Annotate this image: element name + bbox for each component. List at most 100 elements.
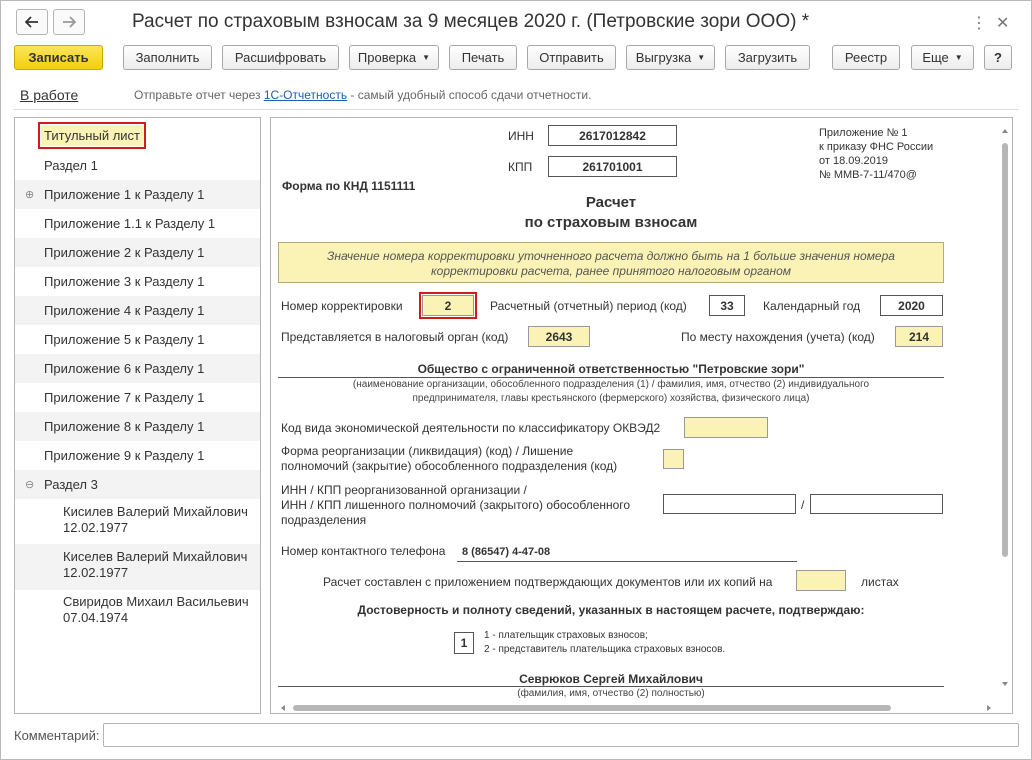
arrow-left-icon xyxy=(25,16,38,28)
save-button[interactable]: Записать xyxy=(14,45,103,70)
reorg-label: полномочий (закрытие) обособленного подр… xyxy=(281,459,618,473)
reorg-innkpp-label: подразделения xyxy=(281,513,367,527)
kpp-field[interactable]: 261701001 xyxy=(548,156,677,177)
send-button[interactable]: Отправить xyxy=(527,45,616,70)
signer-option: 2 - представитель плательщика страховых … xyxy=(484,644,726,655)
registry-button[interactable]: Реестр xyxy=(832,45,900,70)
section-item-3[interactable]: ⊖ Раздел 3 xyxy=(15,470,260,499)
kpp-label: КПП xyxy=(508,160,533,174)
section-item-app3[interactable]: Приложение 3 к Разделу 1 xyxy=(15,267,260,296)
check-button[interactable]: Проверка ▼ xyxy=(349,45,439,70)
employee-birthdate: 12.02.1977 xyxy=(63,565,129,580)
more-vertical-icon[interactable]: ⋮ xyxy=(971,13,987,33)
signer-option: 1 - плательщик страховых взносов; xyxy=(484,630,648,641)
reorg-label: Форма реорганизации (ликвидация) (код) /… xyxy=(281,444,574,458)
place-code-field[interactable]: 214 xyxy=(895,326,943,347)
correction-number-field[interactable]: 2 xyxy=(419,292,477,319)
section-label: Приложение 1.1 к Разделу 1 xyxy=(44,216,216,231)
reporting-service-link[interactable]: 1С-Отчетность xyxy=(264,88,347,102)
section-label: Приложение 9 к Разделу 1 xyxy=(44,448,205,463)
notice-line: Значение номера корректировки уточненног… xyxy=(327,249,895,263)
scrollbar-graphic xyxy=(1002,129,1008,686)
decode-button[interactable]: Расшифровать xyxy=(222,45,339,70)
inn-field[interactable]: 2617012842 xyxy=(548,125,677,146)
save-label: Записать xyxy=(28,50,89,65)
org-underline xyxy=(278,377,944,378)
horizontal-scrollbar[interactable] xyxy=(279,701,997,711)
vertical-scrollbar[interactable] xyxy=(999,125,1011,690)
employee-name: Киселев Валерий Михайлович xyxy=(63,549,248,564)
back-button[interactable] xyxy=(16,9,48,35)
organization-name[interactable]: Общество с ограниченной ответственностью… xyxy=(278,362,944,376)
section-item-app8[interactable]: Приложение 8 к Разделу 1 xyxy=(15,412,260,441)
section-item-app2[interactable]: Приложение 2 к Разделу 1 xyxy=(15,238,260,267)
chevron-down-icon: ▼ xyxy=(422,53,431,62)
section-label: Приложение 3 к Разделу 1 xyxy=(44,274,205,289)
status-message: Отправьте отчет через 1С-Отчетность - са… xyxy=(134,88,591,102)
section-label: Приложение 1 к Разделу 1 xyxy=(44,187,205,202)
period-code-field[interactable]: 33 xyxy=(709,295,745,316)
tax-authority-field[interactable]: 2643 xyxy=(528,326,590,347)
more-button[interactable]: Еще ▼ xyxy=(911,45,974,70)
print-button[interactable]: Печать xyxy=(449,45,517,70)
section-item-app9[interactable]: Приложение 9 к Разделу 1 xyxy=(15,441,260,470)
comment-label: Комментарий: xyxy=(14,728,100,743)
collapse-minus-icon[interactable]: ⊖ xyxy=(25,478,34,491)
close-icon[interactable]: ✕ xyxy=(996,13,1009,33)
title-page-form: ИНН 2617012842 КПП 261701001 Приложение … xyxy=(271,118,997,700)
section-label: Приложение 7 к Разделу 1 xyxy=(44,390,205,405)
employee-item[interactable]: Киселев Валерий Михайлович 12.02.1977 xyxy=(15,544,260,590)
signer-code-field[interactable]: 1 xyxy=(454,632,474,654)
send-label: Отправить xyxy=(539,50,604,65)
section-item-app6[interactable]: Приложение 6 к Разделу 1 xyxy=(15,354,260,383)
reorg-innkpp-label: ИНН / КПП лишенного полномочий (закрытог… xyxy=(281,498,631,512)
year-label: Календарный год xyxy=(763,299,861,313)
section-item-app1[interactable]: ⊕ Приложение 1 к Разделу 1 xyxy=(15,180,260,209)
fill-button[interactable]: Заполнить xyxy=(123,45,212,70)
help-button[interactable]: ? xyxy=(984,45,1012,70)
place-label: По месту нахождения (учета) (код) xyxy=(681,330,875,344)
correction-label: Номер корректировки xyxy=(281,299,403,313)
signer-name[interactable]: Севрюков Сергей Михайлович xyxy=(278,672,944,686)
section-item-app7[interactable]: Приложение 7 к Разделу 1 xyxy=(15,383,260,412)
appendix-line: № ММВ-7-11/470@ xyxy=(819,169,917,181)
reorg-kpp-field[interactable] xyxy=(810,494,943,514)
pages-count-field[interactable] xyxy=(796,570,846,591)
form-title: Расчет xyxy=(585,194,637,211)
expand-plus-icon[interactable]: ⊕ xyxy=(25,188,34,201)
okved-field[interactable] xyxy=(684,417,768,438)
export-label: Выгрузка xyxy=(635,50,692,65)
correction-notice: Значение номера корректировки уточненног… xyxy=(278,242,944,283)
import-button[interactable]: Загрузить xyxy=(725,45,810,70)
print-label: Печать xyxy=(461,50,505,65)
section-item-title-page[interactable]: Титульный лист xyxy=(15,122,260,151)
status-link[interactable]: В работе xyxy=(20,87,78,103)
appendix-line: к приказу ФНС России xyxy=(819,141,934,153)
employee-item[interactable]: Кисилев Валерий Михайлович 12.02.1977 xyxy=(15,499,260,544)
section-item-app1-1[interactable]: Приложение 1.1 к Разделу 1 xyxy=(15,209,260,238)
section-label: Титульный лист xyxy=(37,122,147,149)
section-item-app5[interactable]: Приложение 5 к Разделу 1 xyxy=(15,325,260,354)
section-label: Раздел 1 xyxy=(44,158,98,173)
employee-item[interactable]: Свиридов Михаил Васильевич 07.04.1974 xyxy=(15,590,260,636)
year-field[interactable]: 2020 xyxy=(880,295,943,316)
section-item-1[interactable]: Раздел 1 xyxy=(15,151,260,180)
phone-field[interactable]: 8 (86547) 4-47-08 xyxy=(462,546,550,558)
employee-name: Свиридов Михаил Васильевич xyxy=(63,594,249,609)
tax-authority-label: Представляется в налоговый орган (код) xyxy=(281,330,509,344)
forward-button[interactable] xyxy=(53,9,85,35)
sections-list: Титульный лист Раздел 1 ⊕ Приложение 1 к … xyxy=(14,117,261,714)
pages-suffix: листах xyxy=(861,575,899,589)
comment-input[interactable] xyxy=(103,723,1019,747)
reorg-inn-field[interactable] xyxy=(663,494,796,514)
period-label: Расчетный (отчетный) период (код) xyxy=(490,299,687,313)
separator-slash: / xyxy=(801,498,805,512)
form-subtitle: по страховым взносам xyxy=(524,214,698,231)
employee-birthdate: 07.04.1974 xyxy=(63,610,129,625)
decode-label: Расшифровать xyxy=(234,50,327,65)
knd-code: Форма по КНД 1151111 xyxy=(282,179,416,193)
reorg-code-field[interactable] xyxy=(663,449,684,469)
confirmation-heading: Достоверность и полноту сведений, указан… xyxy=(357,603,865,617)
export-button[interactable]: Выгрузка ▼ xyxy=(626,45,715,70)
section-item-app4[interactable]: Приложение 4 к Разделу 1 xyxy=(15,296,260,325)
